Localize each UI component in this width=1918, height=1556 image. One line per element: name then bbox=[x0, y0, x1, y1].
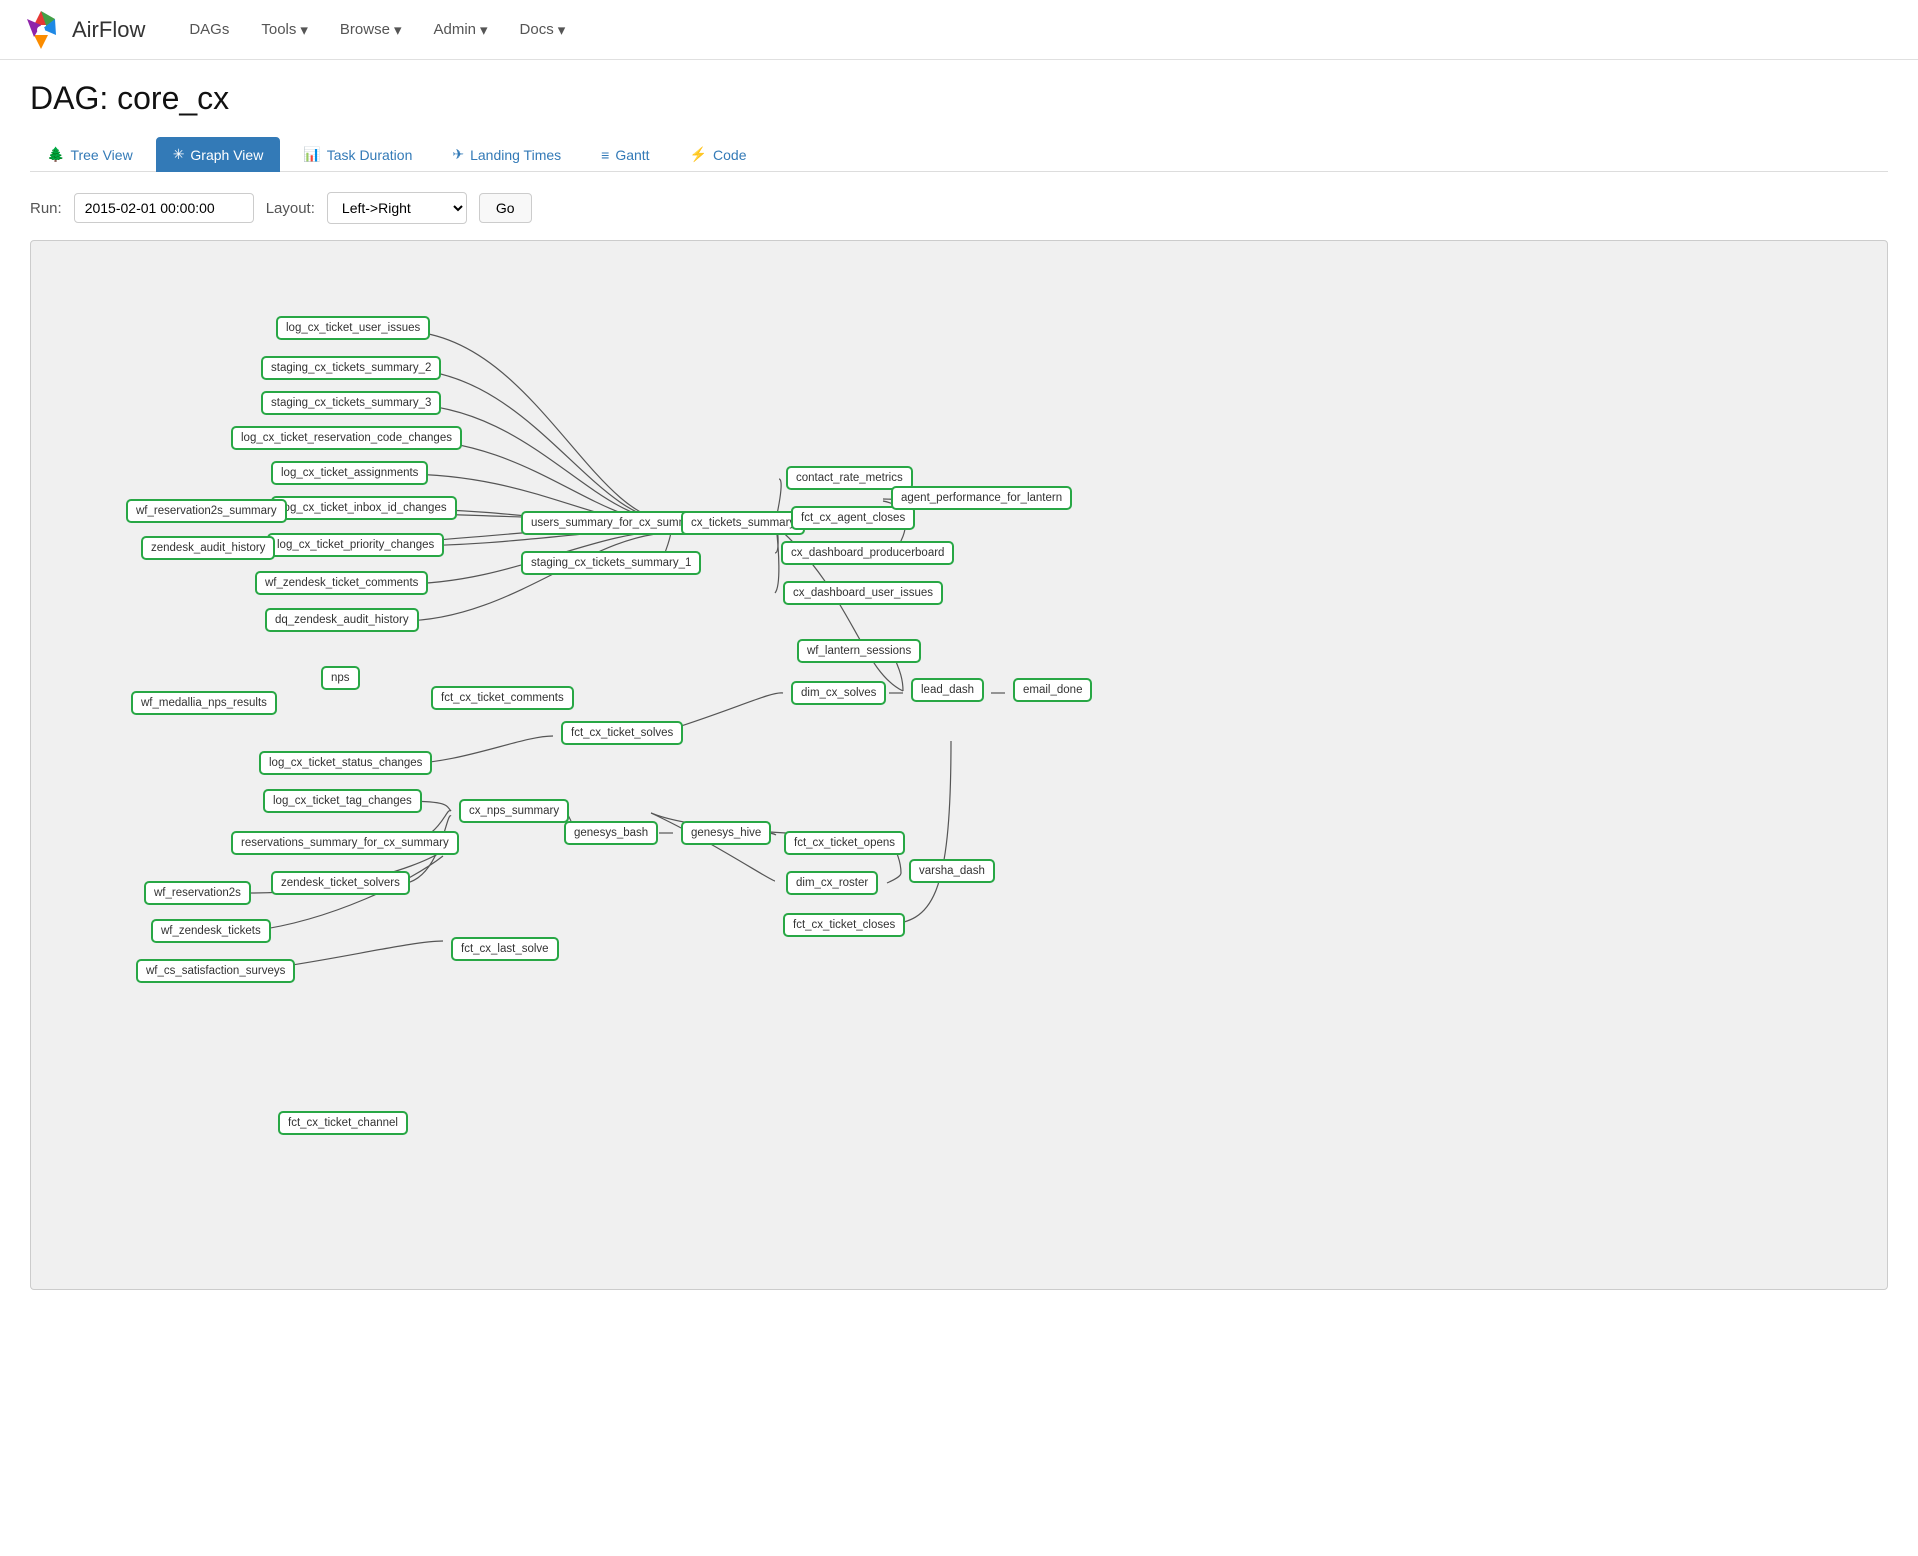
chevron-down-icon: ▾ bbox=[480, 21, 488, 39]
go-button[interactable]: Go bbox=[479, 193, 532, 223]
dag-node-log_cx_ticket_tag_changes[interactable]: log_cx_ticket_tag_changes bbox=[263, 789, 422, 813]
tabs-bar: 🌲 Tree View ✳ Graph View 📊 Task Duration… bbox=[30, 137, 1888, 172]
dag-node-fct_cx_ticket_channel[interactable]: fct_cx_ticket_channel bbox=[278, 1111, 408, 1135]
brand-name: AirFlow bbox=[72, 17, 145, 43]
brand-logo-link[interactable]: AirFlow bbox=[20, 9, 145, 51]
tree-icon: 🌲 bbox=[47, 146, 64, 163]
dag-node-genesys_bash[interactable]: genesys_bash bbox=[564, 821, 658, 845]
tab-code[interactable]: ⚡ Code bbox=[673, 137, 764, 172]
dag-node-zendesk_audit_history[interactable]: zendesk_audit_history bbox=[141, 536, 275, 560]
dag-node-cx_dashboard_user_issues[interactable]: cx_dashboard_user_issues bbox=[783, 581, 943, 605]
dag-node-zendesk_ticket_solvers[interactable]: zendesk_ticket_solvers bbox=[271, 871, 410, 895]
dag-node-cx_tickets_summary[interactable]: cx_tickets_summary bbox=[681, 511, 805, 535]
dag-node-log_cx_ticket_status_changes[interactable]: log_cx_ticket_status_changes bbox=[259, 751, 432, 775]
chevron-down-icon: ▾ bbox=[300, 21, 308, 39]
dag-node-wf_lantern_sessions[interactable]: wf_lantern_sessions bbox=[797, 639, 921, 663]
gantt-icon: ≡ bbox=[601, 147, 609, 163]
dag-node-fct_cx_ticket_closes[interactable]: fct_cx_ticket_closes bbox=[783, 913, 905, 937]
dag-node-wf_cs_satisfaction_surveys[interactable]: wf_cs_satisfaction_surveys bbox=[136, 959, 295, 983]
dag-node-fct_cx_ticket_opens[interactable]: fct_cx_ticket_opens bbox=[784, 831, 905, 855]
chevron-down-icon: ▾ bbox=[394, 21, 402, 39]
navbar: AirFlow DAGs Tools ▾ Browse ▾ Admin ▾ Do… bbox=[0, 0, 1918, 60]
tab-gantt[interactable]: ≡ Gantt bbox=[584, 138, 666, 172]
nav-item-browse[interactable]: Browse ▾ bbox=[326, 13, 416, 47]
dag-node-log_cx_ticket_assignments[interactable]: log_cx_ticket_assignments bbox=[271, 461, 428, 485]
dag-node-staging_cx_tickets_summary_3[interactable]: staging_cx_tickets_summary_3 bbox=[261, 391, 441, 415]
dag-node-agent_performance_for_lantern[interactable]: agent_performance_for_lantern bbox=[891, 486, 1072, 510]
tab-landing-times[interactable]: ✈ Landing Times bbox=[435, 137, 578, 172]
tab-task-duration[interactable]: 📊 Task Duration bbox=[286, 137, 429, 172]
run-input[interactable] bbox=[74, 193, 254, 223]
dag-node-wf_medallia_nps_results[interactable]: wf_medallia_nps_results bbox=[131, 691, 277, 715]
nav-item-tools[interactable]: Tools ▾ bbox=[247, 13, 322, 47]
layout-select[interactable]: Left->Right Top->Bottom bbox=[327, 192, 467, 224]
dag-node-cx_dashboard_producerboard[interactable]: cx_dashboard_producerboard bbox=[781, 541, 954, 565]
dag-node-staging_cx_tickets_summary_2[interactable]: staging_cx_tickets_summary_2 bbox=[261, 356, 441, 380]
tab-graph-view[interactable]: ✳ Graph View bbox=[156, 137, 281, 172]
graph-container[interactable]: log_cx_ticket_user_issues staging_cx_tick… bbox=[30, 240, 1888, 1290]
dag-node-fct_cx_ticket_solves[interactable]: fct_cx_ticket_solves bbox=[561, 721, 683, 745]
graph-icon: ✳ bbox=[173, 146, 185, 163]
dag-node-varsha_dash[interactable]: varsha_dash bbox=[909, 859, 995, 883]
dag-node-wf_zendesk_ticket_comments[interactable]: wf_zendesk_ticket_comments bbox=[255, 571, 428, 595]
controls-bar: Run: Layout: Left->Right Top->Bottom Go bbox=[30, 192, 1888, 224]
dag-node-nps[interactable]: nps bbox=[321, 666, 360, 690]
dag-node-wf_reservation2s[interactable]: wf_reservation2s bbox=[144, 881, 251, 905]
tab-tree-view[interactable]: 🌲 Tree View bbox=[30, 137, 150, 172]
run-label: Run: bbox=[30, 200, 62, 217]
dag-node-wf_reservation2s_summary[interactable]: wf_reservation2s_summary bbox=[126, 499, 287, 523]
dag-node-cx_nps_summary[interactable]: cx_nps_summary bbox=[459, 799, 569, 823]
dag-node-staging_cx_tickets_summary_1[interactable]: staging_cx_tickets_summary_1 bbox=[521, 551, 701, 575]
dag-node-reservations_summary_for_cx_summary[interactable]: reservations_summary_for_cx_summary bbox=[231, 831, 459, 855]
nav-item-dags[interactable]: DAGs bbox=[175, 13, 243, 46]
brand-logo-icon bbox=[20, 9, 62, 51]
dag-node-log_cx_ticket_reservation_code_changes[interactable]: log_cx_ticket_reservation_code_changes bbox=[231, 426, 462, 450]
layout-label: Layout: bbox=[266, 200, 315, 217]
chevron-down-icon: ▾ bbox=[558, 21, 566, 39]
dag-node-email_done[interactable]: email_done bbox=[1013, 678, 1092, 702]
dag-node-log_cx_ticket_priority_changes[interactable]: log_cx_ticket_priority_changes bbox=[267, 533, 444, 557]
nav-links: DAGs Tools ▾ Browse ▾ Admin ▾ Docs ▾ bbox=[175, 13, 579, 47]
page-content: DAG: core_cx 🌲 Tree View ✳ Graph View 📊 … bbox=[0, 60, 1918, 1310]
dag-node-dim_cx_roster[interactable]: dim_cx_roster bbox=[786, 871, 878, 895]
dag-node-wf_zendesk_tickets[interactable]: wf_zendesk_tickets bbox=[151, 919, 271, 943]
dag-node-log_cx_ticket_user_issues[interactable]: log_cx_ticket_user_issues bbox=[276, 316, 430, 340]
dag-node-log_cx_ticket_inbox_id_changes[interactable]: log_cx_ticket_inbox_id_changes bbox=[271, 496, 457, 520]
dag-node-dq_zendesk_audit_history[interactable]: dq_zendesk_audit_history bbox=[265, 608, 419, 632]
plane-icon: ✈ bbox=[452, 146, 464, 163]
dag-title: DAG: core_cx bbox=[30, 80, 1888, 117]
dag-node-lead_dash[interactable]: lead_dash bbox=[911, 678, 984, 702]
dag-node-dim_cx_solves[interactable]: dim_cx_solves bbox=[791, 681, 886, 705]
code-icon: ⚡ bbox=[690, 146, 707, 163]
bar-chart-icon: 📊 bbox=[303, 146, 320, 163]
dag-node-fct_cx_last_solve[interactable]: fct_cx_last_solve bbox=[451, 937, 559, 961]
dag-node-genesys_hive[interactable]: genesys_hive bbox=[681, 821, 771, 845]
nav-item-admin[interactable]: Admin ▾ bbox=[419, 13, 501, 47]
dag-node-fct_cx_ticket_comments[interactable]: fct_cx_ticket_comments bbox=[431, 686, 574, 710]
nav-item-docs[interactable]: Docs ▾ bbox=[506, 13, 580, 47]
